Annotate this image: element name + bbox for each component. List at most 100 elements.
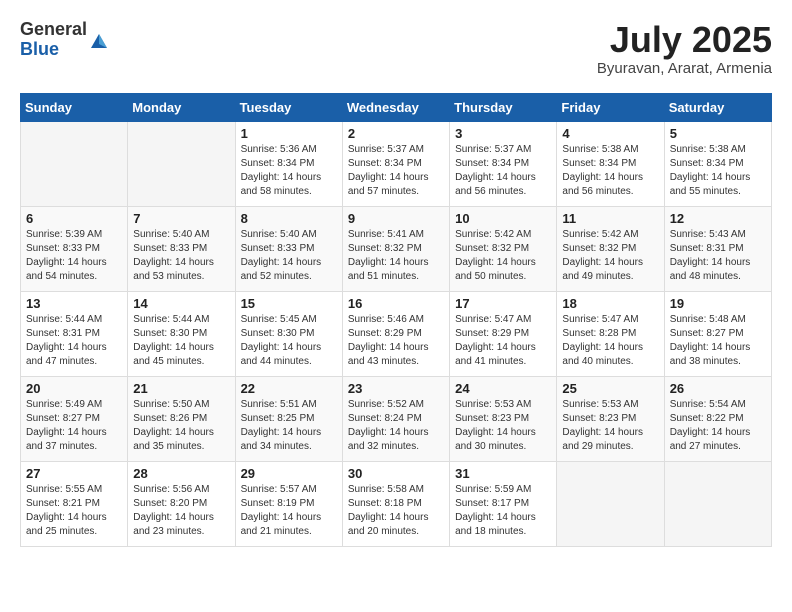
calendar-cell: [128, 121, 235, 206]
day-number: 29: [241, 466, 337, 481]
day-number: 14: [133, 296, 229, 311]
page-header: General Blue July 2025 Byuravan, Ararat,…: [20, 20, 772, 77]
calendar-cell: 8Sunrise: 5:40 AMSunset: 8:33 PMDaylight…: [235, 206, 342, 291]
day-info: Sunrise: 5:44 AMSunset: 8:31 PMDaylight:…: [26, 313, 122, 369]
day-number: 13: [26, 296, 122, 311]
calendar-header-row: SundayMondayTuesdayWednesdayThursdayFrid…: [21, 93, 772, 121]
logo: General Blue: [20, 20, 109, 60]
day-number: 18: [562, 296, 658, 311]
day-info: Sunrise: 5:48 AMSunset: 8:27 PMDaylight:…: [670, 313, 766, 369]
calendar-cell: 22 Sunrise: 5:51 AMSunset: 8:25 PMDayligh…: [235, 376, 342, 461]
day-info: Sunrise: 5:57 AMSunset: 8:19 PMDaylight:…: [241, 483, 337, 539]
calendar-cell: [664, 461, 771, 546]
day-info: Sunrise: 5:43 AMSunset: 8:31 PMDaylight:…: [670, 228, 766, 284]
day-number: 17: [455, 296, 551, 311]
day-number: 12: [670, 211, 766, 226]
day-number: 19: [670, 296, 766, 311]
day-number: 24: [455, 381, 551, 396]
day-info: Sunrise: 5:56 AMSunset: 8:20 PMDaylight:…: [133, 483, 229, 539]
logo-general-text: General: [20, 20, 87, 40]
logo-icon: [89, 30, 109, 50]
calendar-cell: 15 Sunrise: 5:45 AMSunset: 8:30 PMDayligh…: [235, 291, 342, 376]
day-info: Sunrise: 5:44 AMSunset: 8:30 PMDaylight:…: [133, 313, 229, 369]
day-number: 2: [348, 126, 444, 141]
calendar-cell: 19 Sunrise: 5:48 AMSunset: 8:27 PMDayligh…: [664, 291, 771, 376]
calendar-week-row: 20 Sunrise: 5:49 AMSunset: 8:27 PMDayligh…: [21, 376, 772, 461]
day-number: 1: [241, 126, 337, 141]
day-info: Sunrise: 5:36 AMSunset: 8:34 PMDaylight:…: [241, 143, 337, 199]
calendar-cell: 12 Sunrise: 5:43 AMSunset: 8:31 PMDayligh…: [664, 206, 771, 291]
day-number: 3: [455, 126, 551, 141]
calendar-cell: 1 Sunrise: 5:36 AMSunset: 8:34 PMDaylight…: [235, 121, 342, 206]
weekday-header: Monday: [128, 93, 235, 121]
day-info: Sunrise: 5:53 AMSunset: 8:23 PMDaylight:…: [455, 398, 551, 454]
calendar-cell: 7 Sunrise: 5:40 AMSunset: 8:33 PMDaylight…: [128, 206, 235, 291]
day-number: 22: [241, 381, 337, 396]
day-info: Sunrise: 5:41 AMSunset: 8:32 PMDaylight:…: [348, 228, 444, 284]
weekday-header: Thursday: [450, 93, 557, 121]
calendar-cell: 24 Sunrise: 5:53 AMSunset: 8:23 PMDayligh…: [450, 376, 557, 461]
day-info: Sunrise: 5:52 AMSunset: 8:24 PMDaylight:…: [348, 398, 444, 454]
calendar-week-row: 6 Sunrise: 5:39 AMSunset: 8:33 PMDaylight…: [21, 206, 772, 291]
day-number: 8: [241, 211, 337, 226]
calendar-cell: 16 Sunrise: 5:46 AMSunset: 8:29 PMDayligh…: [342, 291, 449, 376]
day-info: Sunrise: 5:42 AMSunset: 8:32 PMDaylight:…: [562, 228, 658, 284]
day-info: Sunrise: 5:46 AMSunset: 8:29 PMDaylight:…: [348, 313, 444, 369]
day-number: 16: [348, 296, 444, 311]
location-text: Byuravan, Ararat, Armenia: [597, 60, 772, 77]
calendar-cell: 17Sunrise: 5:47 AMSunset: 8:29 PMDayligh…: [450, 291, 557, 376]
calendar-cell: 27Sunrise: 5:55 AMSunset: 8:21 PMDayligh…: [21, 461, 128, 546]
day-info: Sunrise: 5:37 AMSunset: 8:34 PMDaylight:…: [348, 143, 444, 199]
calendar-cell: 25 Sunrise: 5:53 AMSunset: 8:23 PMDayligh…: [557, 376, 664, 461]
day-info: Sunrise: 5:37 AMSunset: 8:34 PMDaylight:…: [455, 143, 551, 199]
day-info: Sunrise: 5:47 AMSunset: 8:28 PMDaylight:…: [562, 313, 658, 369]
calendar-cell: 26 Sunrise: 5:54 AMSunset: 8:22 PMDayligh…: [664, 376, 771, 461]
day-info: Sunrise: 5:38 AMSunset: 8:34 PMDaylight:…: [562, 143, 658, 199]
day-number: 28: [133, 466, 229, 481]
calendar-cell: [557, 461, 664, 546]
logo-blue-text: Blue: [20, 40, 87, 60]
day-info: Sunrise: 5:38 AMSunset: 8:34 PMDaylight:…: [670, 143, 766, 199]
calendar-table: SundayMondayTuesdayWednesdayThursdayFrid…: [20, 93, 772, 547]
calendar-cell: 29 Sunrise: 5:57 AMSunset: 8:19 PMDayligh…: [235, 461, 342, 546]
calendar-cell: 5 Sunrise: 5:38 AMSunset: 8:34 PMDaylight…: [664, 121, 771, 206]
calendar-week-row: 13 Sunrise: 5:44 AMSunset: 8:31 PMDayligh…: [21, 291, 772, 376]
calendar-week-row: 1 Sunrise: 5:36 AMSunset: 8:34 PMDaylight…: [21, 121, 772, 206]
day-info: Sunrise: 5:58 AMSunset: 8:18 PMDaylight:…: [348, 483, 444, 539]
day-info: Sunrise: 5:49 AMSunset: 8:27 PMDaylight:…: [26, 398, 122, 454]
day-number: 5: [670, 126, 766, 141]
day-info: Sunrise: 5:45 AMSunset: 8:30 PMDaylight:…: [241, 313, 337, 369]
day-info: Sunrise: 5:54 AMSunset: 8:22 PMDaylight:…: [670, 398, 766, 454]
day-info: Sunrise: 5:51 AMSunset: 8:25 PMDaylight:…: [241, 398, 337, 454]
day-number: 10: [455, 211, 551, 226]
day-number: 6: [26, 211, 122, 226]
calendar-cell: 2 Sunrise: 5:37 AMSunset: 8:34 PMDaylight…: [342, 121, 449, 206]
day-number: 25: [562, 381, 658, 396]
day-info: Sunrise: 5:50 AMSunset: 8:26 PMDaylight:…: [133, 398, 229, 454]
calendar-cell: 18 Sunrise: 5:47 AMSunset: 8:28 PMDayligh…: [557, 291, 664, 376]
day-number: 15: [241, 296, 337, 311]
weekday-header: Sunday: [21, 93, 128, 121]
weekday-header: Tuesday: [235, 93, 342, 121]
day-number: 9: [348, 211, 444, 226]
calendar-cell: 3 Sunrise: 5:37 AMSunset: 8:34 PMDaylight…: [450, 121, 557, 206]
month-year-title: July 2025: [597, 20, 772, 60]
day-info: Sunrise: 5:42 AMSunset: 8:32 PMDaylight:…: [455, 228, 551, 284]
calendar-cell: 6 Sunrise: 5:39 AMSunset: 8:33 PMDaylight…: [21, 206, 128, 291]
title-block: July 2025 Byuravan, Ararat, Armenia: [597, 20, 772, 77]
day-number: 21: [133, 381, 229, 396]
day-number: 31: [455, 466, 551, 481]
day-number: 7: [133, 211, 229, 226]
day-info: Sunrise: 5:40 AMSunset: 8:33 PMDaylight:…: [133, 228, 229, 284]
weekday-header: Friday: [557, 93, 664, 121]
calendar-cell: 21 Sunrise: 5:50 AMSunset: 8:26 PMDayligh…: [128, 376, 235, 461]
day-number: 11: [562, 211, 658, 226]
calendar-cell: 9 Sunrise: 5:41 AMSunset: 8:32 PMDaylight…: [342, 206, 449, 291]
day-info: Sunrise: 5:39 AMSunset: 8:33 PMDaylight:…: [26, 228, 122, 284]
day-info: Sunrise: 5:53 AMSunset: 8:23 PMDaylight:…: [562, 398, 658, 454]
calendar-cell: [21, 121, 128, 206]
day-number: 30: [348, 466, 444, 481]
day-number: 27: [26, 466, 122, 481]
day-number: 26: [670, 381, 766, 396]
day-number: 20: [26, 381, 122, 396]
